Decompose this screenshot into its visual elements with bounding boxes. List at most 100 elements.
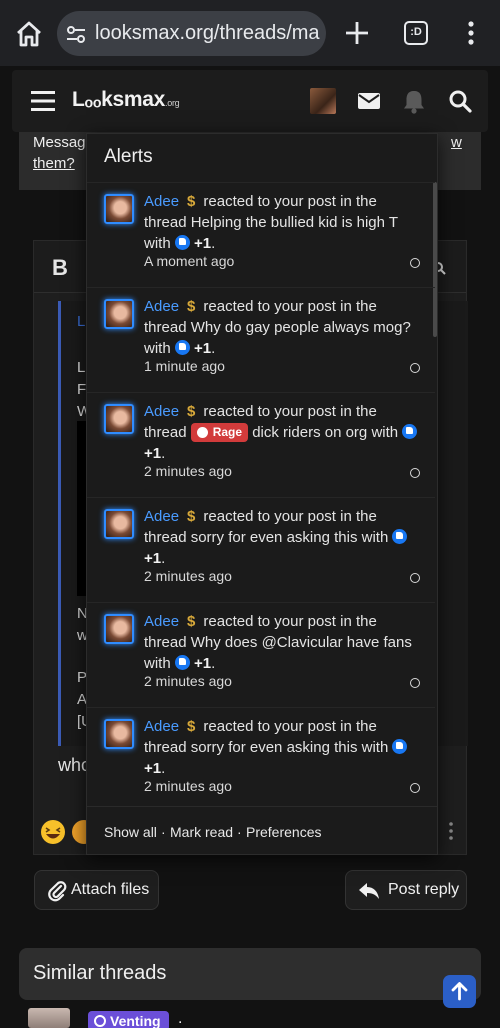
new-tab-icon[interactable]: [343, 19, 371, 47]
user-avatar[interactable]: [310, 88, 336, 114]
reaction-label: +1: [144, 550, 162, 567]
alert-thread-link[interactable]: sorry for even asking this: [191, 739, 358, 756]
alert-text: Adee $ reacted to your post in the threa…: [144, 296, 419, 359]
alerts-footer: Show all · Mark read · Preferences: [87, 806, 437, 854]
site-settings-icon[interactable]: [65, 23, 87, 45]
alert-with: with: [357, 739, 393, 756]
mail-icon[interactable]: [357, 91, 381, 111]
alert-item[interactable]: Adee $ reacted to your post in the threa…: [87, 497, 435, 602]
banner-link[interactable]: them?: [33, 155, 75, 172]
alert-thread-link[interactable]: Why do gay people always mog?: [191, 319, 411, 336]
alert-username[interactable]: Adee: [144, 508, 179, 525]
tab-switcher-button[interactable]: :D: [404, 21, 428, 45]
thread-title-fragment: .: [178, 1010, 183, 1027]
alert-item[interactable]: Adee $ reacted to your post in the threa…: [87, 287, 435, 392]
alert-item[interactable]: Adee $ reacted to your post in the threa…: [87, 392, 435, 497]
alert-thread-link[interactable]: Why does @Clavicular have fans: [191, 634, 412, 651]
search-icon[interactable]: [448, 89, 472, 113]
mark-read-toggle[interactable]: [410, 573, 420, 583]
address-bar[interactable]: looksmax.org/threads/mas: [57, 11, 326, 56]
dollar-icon: $: [187, 613, 196, 630]
alert-user-avatar[interactable]: [104, 509, 134, 539]
alert-username[interactable]: Adee: [144, 613, 179, 630]
alert-tail: .: [211, 655, 216, 672]
alert-tail: .: [161, 760, 166, 777]
reaction-label: +1: [144, 445, 162, 462]
more-options-icon[interactable]: [446, 821, 456, 841]
mark-read-toggle[interactable]: [410, 363, 420, 373]
alert-item[interactable]: Adee $ reacted to your post in the threa…: [87, 602, 435, 707]
alert-username[interactable]: Adee: [144, 403, 179, 420]
alert-user-avatar[interactable]: [104, 719, 134, 749]
thread-thumbnail[interactable]: [28, 1008, 70, 1028]
site-logo[interactable]: Lₒₒksmax.org: [72, 88, 180, 112]
post-reply-button[interactable]: Post reply: [345, 870, 467, 910]
alert-user-avatar[interactable]: [104, 404, 134, 434]
alert-item[interactable]: Adee $ reacted to your post in the threa…: [87, 182, 435, 287]
like-reaction-icon: [174, 235, 190, 250]
alert-text: Adee $ reacted to your post in the threa…: [144, 191, 419, 254]
attach-files-button[interactable]: Attach files: [34, 870, 159, 910]
alert-text: Adee $ reacted to your post in the threa…: [144, 506, 419, 569]
footer-separator: ·: [237, 824, 242, 840]
arrow-up-icon: [451, 982, 468, 1001]
alert-user-avatar[interactable]: [104, 299, 134, 329]
url-text: looksmax.org/threads/mas: [95, 22, 320, 44]
alert-time: 2 minutes ago: [144, 673, 232, 689]
mark-read-link[interactable]: Mark read: [170, 824, 233, 840]
reaction-label: +1: [194, 235, 212, 252]
like-reaction-icon: [174, 340, 190, 355]
reaction-label: +1: [194, 340, 212, 357]
paperclip-icon: [48, 881, 67, 902]
alert-thread-link[interactable]: Helping the bullied kid is high T: [191, 214, 398, 231]
site-header: Lₒₒksmax.org: [12, 70, 488, 132]
alert-item[interactable]: Adee $ reacted to your post in the threa…: [87, 707, 435, 812]
venting-icon: [94, 1015, 106, 1027]
similar-threads-header: Similar threads: [19, 948, 481, 1000]
alert-username[interactable]: Adee: [144, 193, 179, 210]
mark-read-toggle[interactable]: [410, 783, 420, 793]
alert-time: 2 minutes ago: [144, 463, 232, 479]
mark-read-toggle[interactable]: [410, 678, 420, 688]
alerts-dropdown: Alerts Adee $ reacted to your post in th…: [86, 133, 438, 855]
alerts-button[interactable]: [394, 82, 434, 122]
alert-text: Adee $ reacted to your post in the threa…: [144, 611, 419, 674]
alert-user-avatar[interactable]: [104, 614, 134, 644]
banner-text: Messag: [33, 134, 86, 151]
alert-time: 1 minute ago: [144, 358, 225, 374]
reaction-label: +1: [194, 655, 212, 672]
alert-thread-link[interactable]: dick riders on org: [252, 424, 367, 441]
laughing-emoji-icon[interactable]: [40, 819, 90, 845]
mark-read-toggle[interactable]: [410, 468, 420, 478]
alert-time: 2 minutes ago: [144, 778, 232, 794]
alert-time: 2 minutes ago: [144, 568, 232, 584]
home-icon[interactable]: [14, 19, 44, 49]
alert-with: with: [144, 235, 175, 252]
alert-thread-link[interactable]: sorry for even asking this: [191, 529, 358, 546]
mark-read-toggle[interactable]: [410, 258, 420, 268]
banner-link-right[interactable]: w: [451, 134, 462, 151]
preferences-link[interactable]: Preferences: [246, 824, 321, 840]
alert-user-avatar[interactable]: [104, 194, 134, 224]
bold-button[interactable]: B: [52, 255, 68, 281]
like-reaction-icon: [402, 424, 418, 439]
dollar-icon: $: [187, 508, 196, 525]
alert-username[interactable]: Adee: [144, 298, 179, 315]
show-all-link[interactable]: Show all: [104, 824, 157, 840]
reply-arrow-icon: [359, 883, 379, 899]
alert-with: with: [357, 529, 393, 546]
reaction-label: +1: [144, 760, 162, 777]
rage-tag: Rage: [190, 423, 249, 442]
alert-with: with: [144, 655, 175, 672]
venting-tag[interactable]: Venting: [88, 1011, 169, 1028]
dollar-icon: $: [187, 193, 196, 210]
scroll-to-top-button[interactable]: [443, 975, 476, 1008]
browser-toolbar: looksmax.org/threads/mas :D: [0, 0, 500, 66]
similar-threads-title: Similar threads: [33, 962, 167, 984]
alert-with: with: [144, 340, 175, 357]
alert-tail: .: [211, 340, 216, 357]
alert-username[interactable]: Adee: [144, 718, 179, 735]
hamburger-menu-icon[interactable]: [31, 90, 55, 112]
alert-tail: .: [161, 445, 166, 462]
browser-menu-icon[interactable]: [458, 19, 484, 47]
